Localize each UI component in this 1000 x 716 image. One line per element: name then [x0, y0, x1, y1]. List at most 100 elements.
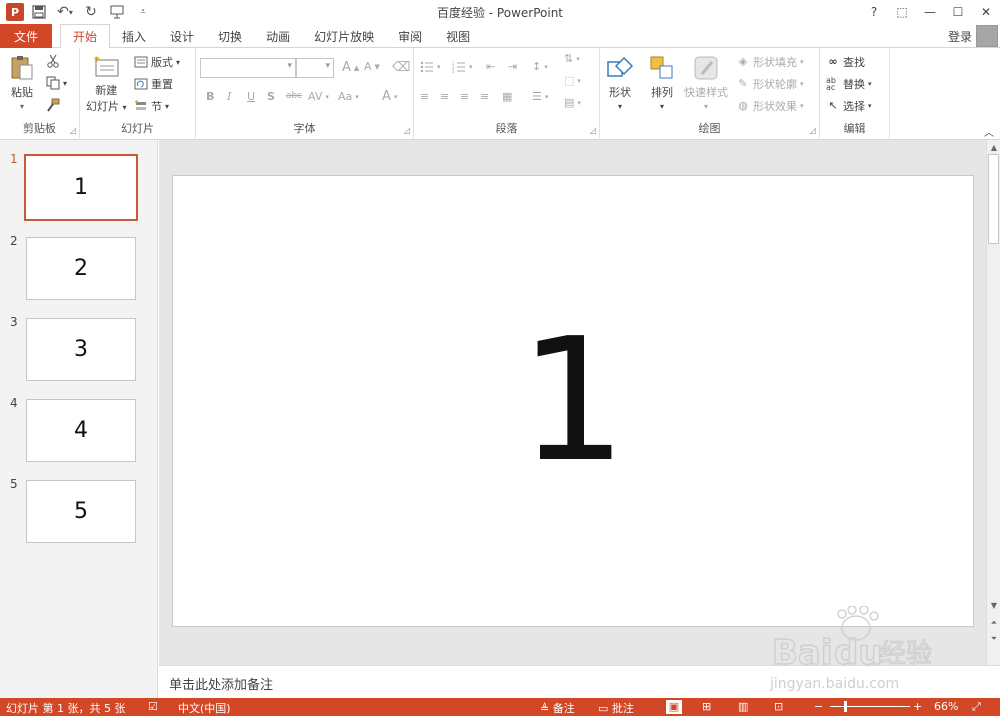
align-left-icon[interactable]: ≡: [420, 90, 429, 103]
copy-icon[interactable]: ▾: [46, 76, 67, 90]
decrease-indent-icon[interactable]: ⇤: [486, 60, 495, 73]
zoom-slider[interactable]: [830, 706, 910, 707]
shapes-button[interactable]: 形状 ▾: [606, 54, 634, 111]
next-slide-icon[interactable]: ⏷: [987, 632, 1000, 646]
tab-home[interactable]: 开始: [60, 24, 111, 49]
editor-vertical-scrollbar[interactable]: ▲ ▼ ⏶ ⏷: [986, 140, 1000, 665]
tab-transitions[interactable]: 切换: [206, 24, 254, 48]
scroll-down-icon[interactable]: ▼: [987, 598, 1000, 612]
layout-button[interactable]: 版式 ▾: [134, 54, 180, 70]
customize-qat-icon[interactable]: ⩡: [132, 2, 154, 22]
columns-icon[interactable]: ☰ ▾: [532, 90, 548, 103]
font-size-combo[interactable]: [296, 58, 334, 78]
shape-effects-button[interactable]: ◍ 形状效果 ▾: [736, 98, 803, 114]
paste-button[interactable]: 粘贴 ▾: [8, 54, 36, 111]
minimize-icon[interactable]: —: [916, 0, 944, 24]
slide-content-text[interactable]: 1: [519, 316, 627, 486]
bold-icon[interactable]: B: [206, 90, 214, 103]
text-direction-icon[interactable]: ⇅ ▾: [564, 52, 580, 65]
increase-font-icon[interactable]: A ▲: [342, 60, 359, 75]
font-color-icon[interactable]: A ▾: [382, 89, 397, 104]
italic-icon[interactable]: I: [227, 90, 231, 103]
undo-icon[interactable]: ↶ ▾: [54, 2, 76, 22]
quick-styles-button[interactable]: 快速样式 ▾: [684, 54, 728, 111]
language-status[interactable]: 中文(中国): [178, 700, 231, 716]
zoom-out-icon[interactable]: −: [814, 700, 823, 713]
help-icon[interactable]: ?: [860, 0, 888, 24]
tab-insert[interactable]: 插入: [110, 24, 158, 48]
font-launcher-icon[interactable]: ◿: [404, 126, 410, 135]
shape-outline-button[interactable]: ✎ 形状轮廓 ▾: [736, 76, 803, 92]
zoom-slider-thumb[interactable]: [844, 701, 847, 712]
numbering-icon[interactable]: 1 2 3 ▾: [452, 60, 473, 74]
replace-button[interactable]: ab ac 替换 ▾: [826, 76, 872, 92]
arrange-button[interactable]: 排列 ▾: [648, 54, 676, 111]
change-case-icon[interactable]: Aa ▾: [338, 90, 359, 103]
slide-thumbnail-1[interactable]: 1: [24, 154, 138, 221]
find-button[interactable]: ∞ 查找: [826, 54, 865, 70]
slide-thumbnail-4[interactable]: 4: [26, 399, 136, 462]
section-button[interactable]: ✷ 节 ▾: [134, 98, 169, 114]
close-icon[interactable]: ✕: [972, 0, 1000, 24]
tab-file[interactable]: 文件: [0, 24, 52, 48]
line-spacing-icon[interactable]: ↕ ▾: [532, 60, 548, 73]
shape-fill-button[interactable]: ◈ 形状填充 ▾: [736, 54, 804, 70]
collapse-ribbon-icon[interactable]: ︿: [984, 124, 994, 139]
tab-view[interactable]: 视图: [434, 24, 482, 48]
comments-toggle-button[interactable]: ▭ 批注: [598, 700, 634, 716]
align-right-icon[interactable]: ≡: [460, 90, 469, 103]
slide-thumbnail-5[interactable]: 5: [26, 480, 136, 543]
clipboard-launcher-icon[interactable]: ◿: [70, 126, 76, 135]
slideshow-view-icon[interactable]: ⊡: [774, 700, 783, 713]
slide-thumbnail-2[interactable]: 2: [26, 237, 136, 300]
drawing-launcher-icon[interactable]: ◿: [810, 126, 816, 135]
spelling-check-icon[interactable]: ☑: [148, 700, 158, 713]
fit-to-window-icon[interactable]: ⤢: [972, 700, 981, 714]
start-from-beginning-icon[interactable]: [106, 2, 128, 22]
slide-thumbnail-3[interactable]: 3: [26, 318, 136, 381]
maximize-icon[interactable]: ☐: [944, 0, 972, 24]
bullets-icon[interactable]: ▾: [420, 60, 441, 74]
smartart-icon[interactable]: ▤ ▾: [564, 96, 581, 109]
scroll-thumb[interactable]: [988, 154, 999, 244]
ribbon-display-icon[interactable]: ⬚: [888, 0, 916, 24]
char-spacing-icon[interactable]: AV ▾: [308, 90, 329, 103]
notes-toggle-button[interactable]: ≜ 备注: [540, 700, 575, 716]
reset-button[interactable]: 重置: [134, 76, 173, 92]
scroll-up-icon[interactable]: ▲: [987, 140, 1000, 154]
tab-design[interactable]: 设计: [158, 24, 206, 48]
tab-slideshow[interactable]: 幻灯片放映: [302, 24, 386, 48]
sign-in-link[interactable]: 登录: [948, 28, 972, 45]
avatar[interactable]: [976, 25, 998, 47]
powerpoint-app-icon[interactable]: P: [6, 3, 24, 21]
shadow-icon[interactable]: S: [267, 90, 275, 103]
format-painter-icon[interactable]: [46, 98, 60, 112]
clear-formatting-icon[interactable]: ⌫: [392, 60, 410, 75]
decrease-font-icon[interactable]: A ▼: [364, 60, 380, 73]
tab-review[interactable]: 审阅: [386, 24, 434, 48]
zoom-in-icon[interactable]: +: [913, 700, 922, 713]
new-slide-button[interactable]: ✷ 新建 幻灯片 ▾: [86, 54, 127, 114]
previous-slide-icon[interactable]: ⏶: [987, 616, 1000, 630]
tab-animations[interactable]: 动画: [254, 24, 302, 48]
increase-indent-icon[interactable]: ⇥: [508, 60, 517, 73]
reading-view-icon[interactable]: ▥: [738, 700, 748, 713]
redo-icon[interactable]: ↻: [80, 2, 102, 22]
slide-count-status[interactable]: 幻灯片 第 1 张，共 5 张: [6, 700, 125, 716]
zoom-level[interactable]: 66%: [934, 700, 958, 713]
normal-view-icon[interactable]: ▣: [666, 700, 682, 714]
font-name-combo[interactable]: [200, 58, 296, 78]
align-center-icon[interactable]: ≡: [440, 90, 449, 103]
justify-icon[interactable]: ≡: [480, 90, 489, 103]
notes-pane[interactable]: 单击此处添加备注: [159, 665, 1000, 698]
strikethrough-icon[interactable]: abc: [286, 91, 302, 101]
paragraph-launcher-icon[interactable]: ◿: [590, 126, 596, 135]
align-text-icon[interactable]: ⬚ ▾: [564, 74, 581, 87]
select-button[interactable]: ↖ 选择 ▾: [826, 98, 871, 114]
underline-icon[interactable]: U: [247, 90, 255, 103]
slide-sorter-icon[interactable]: ⊞: [702, 700, 711, 713]
cut-icon[interactable]: [46, 54, 60, 68]
current-slide-canvas[interactable]: 1: [172, 175, 974, 627]
distributed-icon[interactable]: ▦: [502, 90, 512, 103]
save-icon[interactable]: [28, 2, 50, 22]
